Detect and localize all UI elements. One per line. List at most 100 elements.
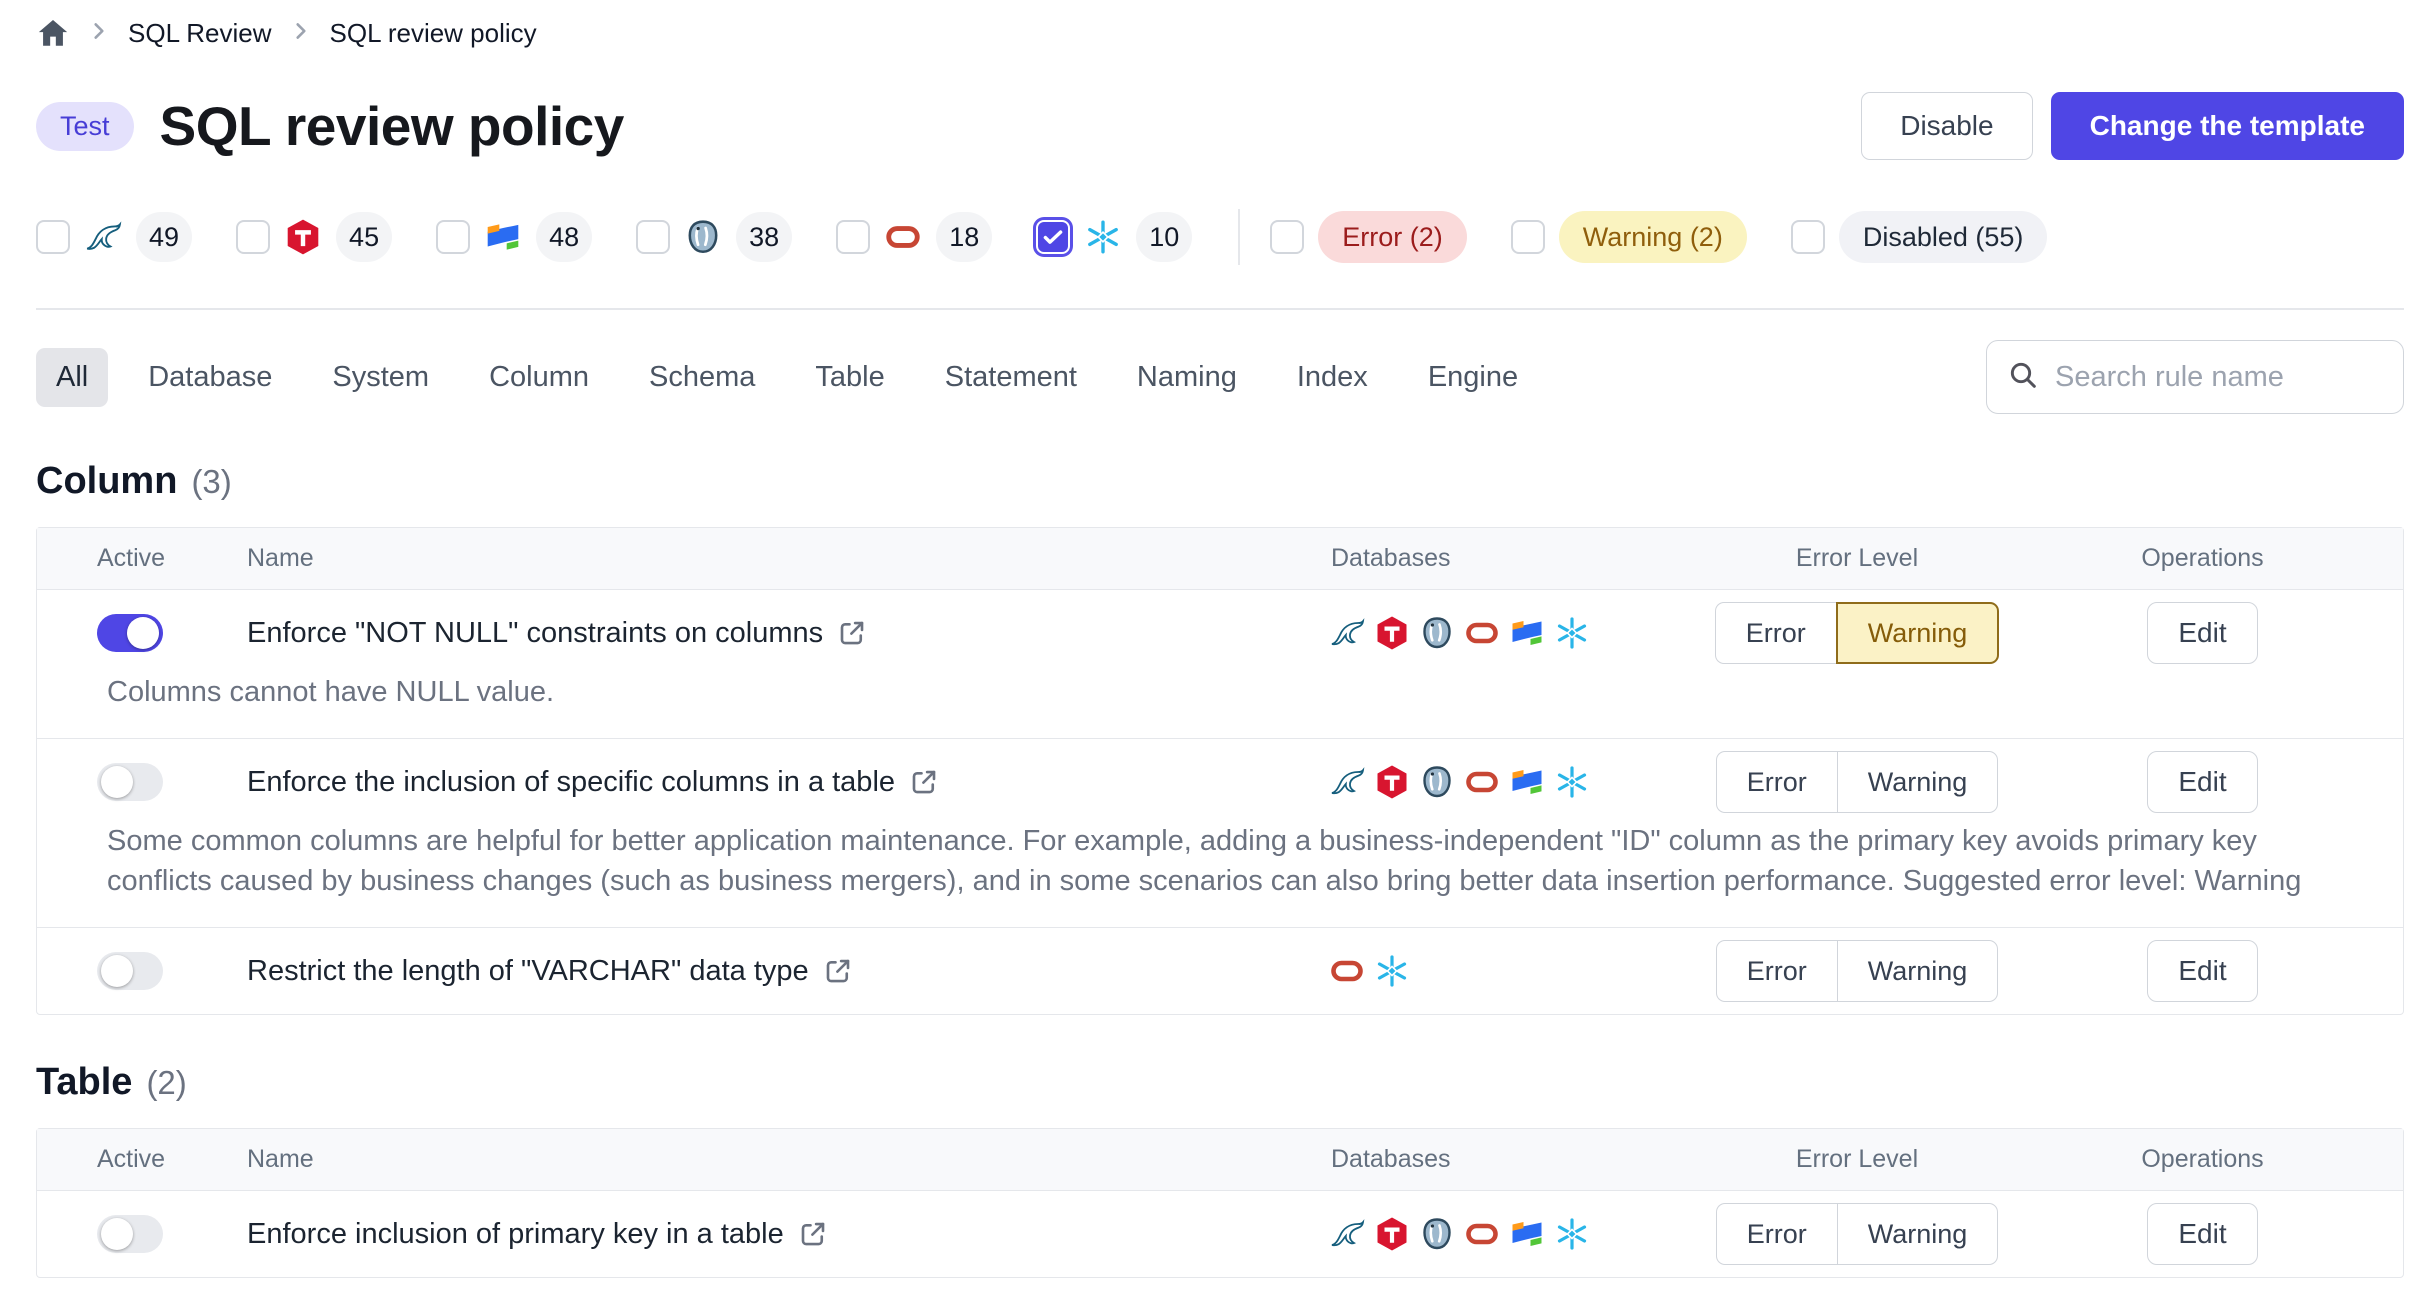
engine-rule-count: 49 bbox=[136, 212, 192, 262]
tab-table[interactable]: Table bbox=[795, 348, 904, 407]
databases-cell bbox=[1327, 953, 1712, 989]
breadcrumb-sql-review[interactable]: SQL Review bbox=[128, 18, 272, 49]
rule-description: Columns cannot have NULL value. bbox=[37, 672, 2403, 738]
column-header-operations: Operations bbox=[2002, 1145, 2403, 1174]
postgres-icon bbox=[1419, 615, 1455, 651]
engine-filter-checkbox[interactable] bbox=[636, 220, 670, 254]
mysql-icon bbox=[1329, 764, 1365, 800]
oracle-icon bbox=[1464, 764, 1500, 800]
section-count: (2) bbox=[146, 1064, 186, 1102]
table-row: Restrict the length of "VARCHAR" data ty… bbox=[37, 928, 2403, 1014]
level-filter-label: Disabled (55) bbox=[1839, 211, 2048, 263]
tab-engine[interactable]: Engine bbox=[1408, 348, 1538, 407]
tab-naming[interactable]: Naming bbox=[1117, 348, 1257, 407]
external-link-icon[interactable] bbox=[837, 618, 867, 648]
error-level-button[interactable]: Error bbox=[1716, 1203, 1837, 1265]
tidb-icon bbox=[1374, 1216, 1410, 1252]
operations-cell: Edit bbox=[2002, 1203, 2403, 1265]
engine-filter-snowflake: 10 bbox=[1036, 212, 1192, 262]
search-input[interactable] bbox=[2055, 361, 2383, 394]
tab-database[interactable]: Database bbox=[128, 348, 292, 407]
engine-filter-checkbox[interactable] bbox=[236, 220, 270, 254]
level-filters: Error (2) Warning (2) Disabled (55) bbox=[1270, 211, 2091, 263]
external-link-icon[interactable] bbox=[823, 956, 853, 986]
error-level-cell: ErrorWarning bbox=[1712, 1203, 2002, 1265]
rule-active-toggle[interactable] bbox=[97, 614, 163, 652]
level-filter-error: Error (2) bbox=[1270, 211, 1467, 263]
toggle-knob bbox=[101, 955, 133, 987]
error-level-button[interactable]: Error bbox=[1716, 940, 1837, 1002]
active-cell bbox=[37, 1215, 247, 1253]
rule-name-cell: Enforce inclusion of primary key in a ta… bbox=[247, 1218, 1327, 1251]
disable-button[interactable]: Disable bbox=[1861, 92, 2032, 160]
rule-name: Enforce the inclusion of specific column… bbox=[247, 766, 895, 799]
level-filter-warning: Warning (2) bbox=[1511, 211, 1747, 263]
column-header-error-level: Error Level bbox=[1712, 1145, 2002, 1174]
level-filter-checkbox[interactable] bbox=[1270, 220, 1304, 254]
table-row: Enforce the inclusion of specific column… bbox=[37, 739, 2403, 825]
external-link-icon[interactable] bbox=[909, 767, 939, 797]
error-level-segmented: ErrorWarning bbox=[1715, 602, 2000, 664]
section-title: Table bbox=[36, 1061, 132, 1104]
rule-name-cell: Enforce "NOT NULL" constraints on column… bbox=[247, 617, 1327, 650]
divider bbox=[36, 308, 2404, 310]
edit-rule-button[interactable]: Edit bbox=[2147, 751, 2257, 813]
tab-statement[interactable]: Statement bbox=[925, 348, 1097, 407]
change-template-button[interactable]: Change the template bbox=[2051, 92, 2404, 160]
engine-filter-tidb: 45 bbox=[236, 212, 392, 262]
mysql-icon bbox=[1329, 1216, 1365, 1252]
error-level-cell: ErrorWarning bbox=[1712, 940, 2002, 1002]
edit-rule-button[interactable]: Edit bbox=[2147, 1203, 2257, 1265]
rule-section-table: Table (2) ActiveNameDatabasesError LevelOp… bbox=[36, 1061, 2404, 1278]
tab-schema[interactable]: Schema bbox=[629, 348, 775, 407]
oracle-icon bbox=[884, 218, 922, 256]
rule-active-toggle[interactable] bbox=[97, 952, 163, 990]
engine-filter-checkbox[interactable] bbox=[36, 220, 70, 254]
engine-rule-count: 48 bbox=[536, 212, 592, 262]
mysql-icon bbox=[84, 218, 122, 256]
breadcrumb: SQL Review SQL review policy bbox=[36, 0, 2404, 50]
level-filter-checkbox[interactable] bbox=[1791, 220, 1825, 254]
toggle-knob bbox=[101, 766, 133, 798]
engine-filter-checkbox[interactable] bbox=[1036, 220, 1070, 254]
table-row: Enforce "NOT NULL" constraints on column… bbox=[37, 590, 2403, 676]
error-level-button[interactable]: Error bbox=[1716, 751, 1837, 813]
edit-rule-button[interactable]: Edit bbox=[2147, 940, 2257, 1002]
table-header-row: ActiveNameDatabasesError LevelOperations bbox=[37, 1129, 2403, 1191]
active-cell bbox=[37, 763, 247, 801]
rule-name: Enforce inclusion of primary key in a ta… bbox=[247, 1218, 784, 1251]
warning-level-button[interactable]: Warning bbox=[1837, 940, 1999, 1002]
warning-level-button[interactable]: Warning bbox=[1837, 1203, 1999, 1265]
tab-system[interactable]: System bbox=[312, 348, 449, 407]
edit-rule-button[interactable]: Edit bbox=[2147, 602, 2257, 664]
external-link-icon[interactable] bbox=[798, 1219, 828, 1249]
rule-description: Some common columns are helpful for bett… bbox=[37, 821, 2403, 927]
tab-all[interactable]: All bbox=[36, 348, 108, 407]
engine-rule-count: 38 bbox=[736, 212, 792, 262]
level-filter-checkbox[interactable] bbox=[1511, 220, 1545, 254]
engine-filter-postgres: 38 bbox=[636, 212, 792, 262]
snowflake-icon bbox=[1554, 1216, 1590, 1252]
error-level-cell: ErrorWarning bbox=[1712, 751, 2002, 813]
oceanbase-icon bbox=[1509, 764, 1545, 800]
warning-level-button[interactable]: Warning bbox=[1837, 751, 1999, 813]
home-icon[interactable] bbox=[36, 16, 70, 50]
rule-active-toggle[interactable] bbox=[97, 763, 163, 801]
rule-name-cell: Enforce the inclusion of specific column… bbox=[247, 766, 1327, 799]
oracle-icon bbox=[1464, 615, 1500, 651]
engine-filter-checkbox[interactable] bbox=[836, 220, 870, 254]
tab-index[interactable]: Index bbox=[1277, 348, 1388, 407]
error-level-button[interactable]: Error bbox=[1715, 602, 1836, 664]
databases-cell bbox=[1327, 1216, 1712, 1252]
section-heading: Column(3) bbox=[36, 460, 2404, 503]
engine-filter-checkbox[interactable] bbox=[436, 220, 470, 254]
search-icon bbox=[2007, 359, 2039, 396]
rule-table: ActiveNameDatabasesError LevelOperations… bbox=[36, 527, 2404, 1015]
page-title: SQL review policy bbox=[160, 94, 624, 158]
tab-column[interactable]: Column bbox=[469, 348, 609, 407]
warning-level-button[interactable]: Warning bbox=[1836, 602, 2000, 664]
chevron-right-icon bbox=[88, 18, 110, 49]
postgres-icon bbox=[1419, 1216, 1455, 1252]
chevron-right-icon bbox=[290, 18, 312, 49]
rule-active-toggle[interactable] bbox=[97, 1215, 163, 1253]
